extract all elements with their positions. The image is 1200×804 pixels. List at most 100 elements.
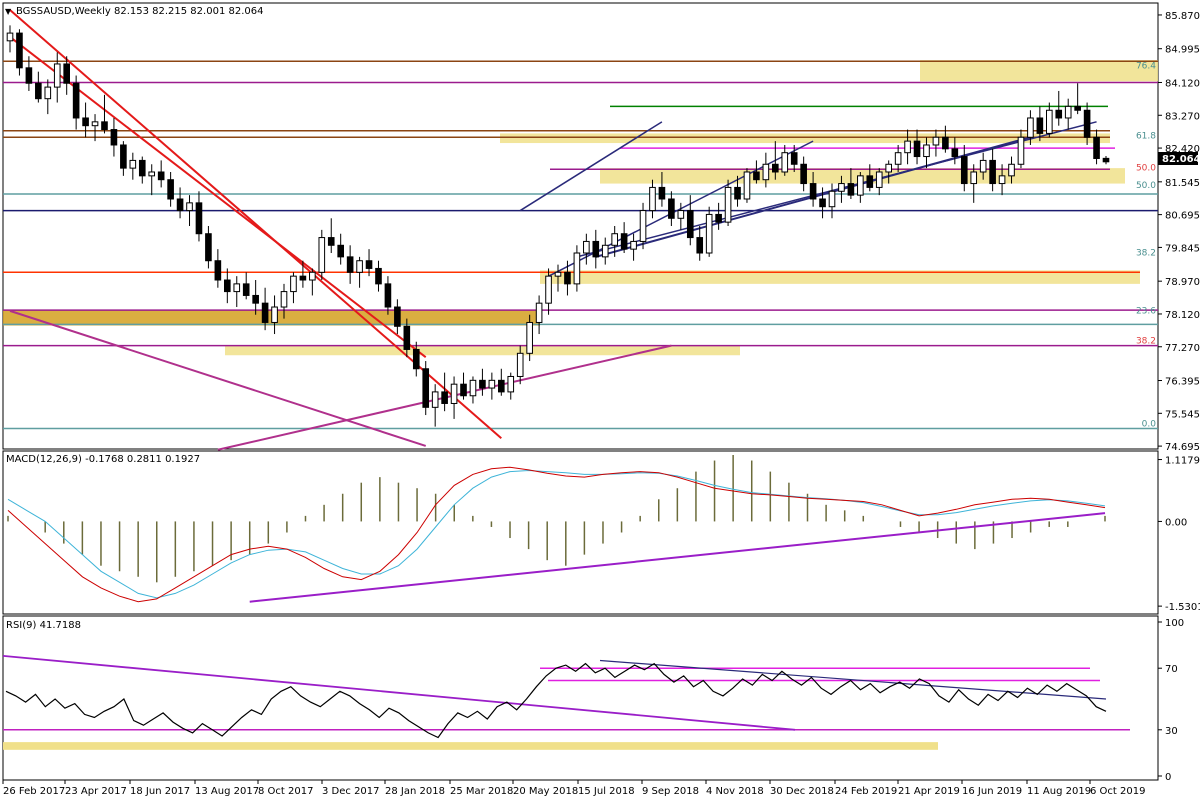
candle-body — [894, 152, 902, 165]
support-resistance-zone — [920, 60, 1158, 82]
candle-body — [129, 159, 137, 169]
candle-body — [337, 244, 344, 258]
fib-level-label: 50.0 — [1136, 181, 1156, 191]
fib-level-label: 38.2 — [1136, 248, 1156, 258]
candle-body — [91, 121, 99, 127]
candle-body — [875, 171, 883, 188]
candle-body — [809, 183, 817, 200]
candle-body — [998, 175, 1006, 185]
candle-body — [507, 375, 515, 393]
candle-body — [327, 237, 335, 246]
x-tick-label: 25 Mar 2018 — [450, 786, 513, 797]
x-tick-label: 30 Dec 2018 — [770, 786, 834, 797]
x-tick-label: 3 Dec 2017 — [322, 786, 380, 797]
candle-body — [668, 198, 675, 219]
candle-body — [1027, 117, 1034, 138]
candle-body — [866, 175, 874, 188]
candle-body — [1074, 105, 1081, 111]
candle-body — [412, 348, 420, 370]
candle-body — [979, 159, 987, 173]
macd-panel-frame — [2, 450, 1159, 615]
candle-body — [772, 163, 779, 173]
candle-body — [1083, 109, 1091, 138]
x-tick-label: 4 Nov 2018 — [706, 786, 764, 797]
candle-body — [233, 283, 241, 293]
x-tick-label: 18 Jun 2017 — [130, 786, 190, 797]
x-tick-label: 13 Aug 2017 — [195, 786, 259, 797]
x-tick-label: 21 Apr 2019 — [898, 786, 960, 797]
candle-body — [724, 186, 732, 223]
candle-body — [1055, 109, 1063, 119]
last-price-label: 82.064 — [1162, 154, 1200, 165]
candle-body — [205, 233, 212, 262]
fib-level-label: 0.0 — [1142, 420, 1157, 430]
candle-body — [942, 136, 949, 150]
candle-body — [743, 171, 751, 200]
candle-body — [639, 210, 647, 242]
candle-body — [960, 156, 968, 185]
candle-body — [1036, 117, 1044, 134]
candle-body — [441, 391, 448, 404]
x-tick-label: 6 Oct 2019 — [1090, 786, 1145, 797]
rsi-zone — [3, 742, 938, 750]
price-tick-label: 79.845 — [1165, 243, 1200, 254]
candle-body — [904, 140, 911, 154]
rsi-label: RSI(9) 41.7188 — [6, 620, 81, 631]
candle-body — [252, 294, 259, 304]
candle-body — [620, 233, 628, 250]
candle-body — [110, 129, 118, 146]
candle-body — [592, 240, 600, 258]
candle-body — [762, 163, 770, 181]
candle-body — [25, 67, 33, 84]
candle-body — [167, 179, 174, 200]
candle-body — [658, 186, 666, 200]
candle-body — [705, 213, 713, 254]
candle-body — [261, 302, 269, 323]
fib-level-label: 23.6 — [1136, 307, 1156, 317]
candle-body — [309, 271, 316, 281]
candle-body — [299, 275, 307, 281]
candle-body — [120, 144, 127, 169]
candle-body — [290, 275, 297, 293]
x-tick-label: 11 Aug 2019 — [1027, 786, 1091, 797]
candle-body — [819, 198, 826, 208]
x-tick-label: 26 Feb 2017 — [3, 786, 65, 797]
candle-body — [214, 260, 222, 281]
candle-body — [498, 379, 505, 393]
price-tick-label: 85.870 — [1165, 11, 1200, 22]
price-tick-label: 84.995 — [1165, 45, 1200, 56]
candle-body — [715, 213, 722, 223]
price-tick-label: 83.270 — [1165, 111, 1200, 122]
candle-body — [601, 244, 609, 258]
rsi-tick-label: 70 — [1165, 664, 1178, 675]
candle-body — [989, 159, 996, 185]
candle-body — [375, 267, 382, 285]
rsi-tick-label: 100 — [1165, 618, 1184, 629]
candle-body — [1008, 163, 1015, 177]
candle-body — [1017, 136, 1025, 165]
x-tick-label: 15 Jul 2018 — [578, 786, 635, 797]
candle-body — [394, 306, 401, 327]
chart-svg: 76.4 61.8 50.0 50.0 38.2 23.6 38.2 0.0 85.870 84.… — [2, 2, 1200, 797]
dropdown-arrow-icon[interactable]: ▼ — [5, 7, 12, 16]
candle-body — [526, 321, 533, 354]
candle-body — [913, 140, 921, 158]
price-tick-label: 77.270 — [1165, 343, 1200, 354]
candle-body — [970, 171, 978, 185]
rsi-tick-label: 30 — [1165, 726, 1178, 737]
candle-body — [6, 32, 14, 42]
x-tick-label: 23 Apr 2017 — [65, 786, 127, 797]
candle-body — [932, 136, 940, 146]
x-tick-label: 20 May 2018 — [513, 786, 578, 797]
candle-body — [469, 379, 477, 397]
candle-body — [53, 63, 61, 88]
x-tick-label: 8 Oct 2017 — [258, 786, 313, 797]
price-tick-label: 78.120 — [1165, 310, 1200, 321]
candle-body — [828, 190, 836, 208]
price-tick-label: 81.545 — [1165, 178, 1200, 189]
candle-body — [365, 260, 373, 269]
candle-body — [16, 32, 23, 69]
candle-body — [696, 237, 704, 254]
candle-body — [148, 171, 156, 177]
macd-label: MACD(12,26,9) -0.1768 0.2811 0.1927 — [6, 454, 200, 465]
